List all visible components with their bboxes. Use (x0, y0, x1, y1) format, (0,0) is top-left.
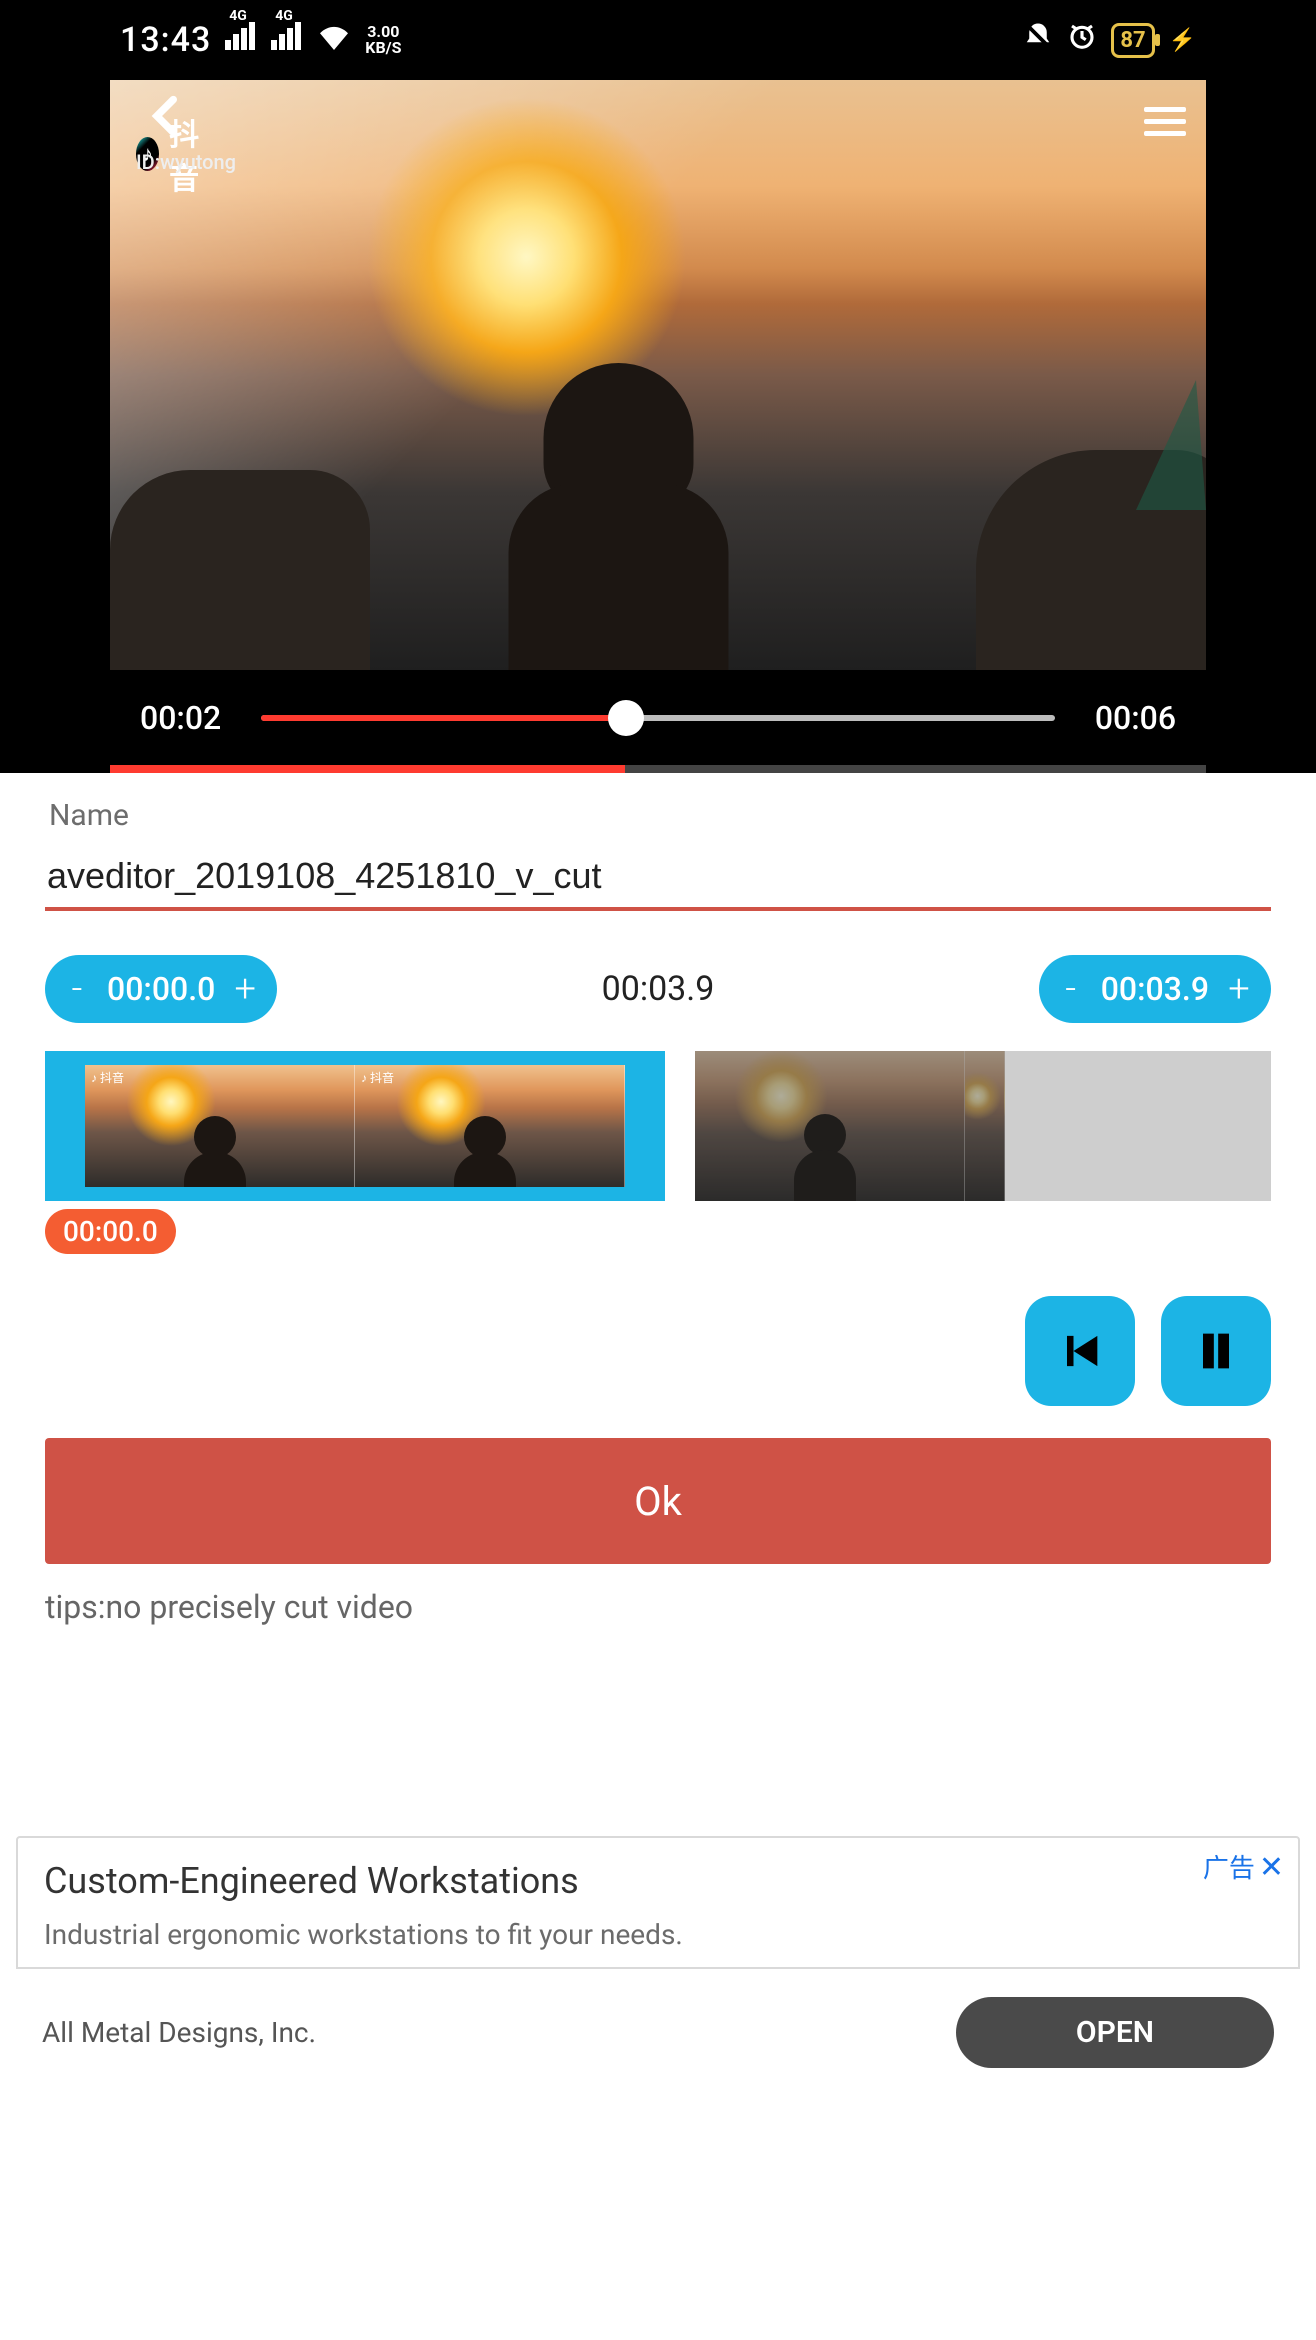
seek-slider[interactable] (261, 715, 1055, 721)
video-controls: 00:02 00:06 (110, 670, 1206, 765)
signal-2-icon: 4G (271, 22, 303, 58)
start-time-stepper: - 00:00.0 + (45, 955, 277, 1023)
timeline-scrubber[interactable]: ♪抖音 ♪抖音 (45, 1051, 1271, 1201)
start-time-value[interactable]: 00:00.0 (99, 970, 223, 1008)
tips-text: tips:no precisely cut video (45, 1588, 1271, 1626)
selection-start-handle[interactable] (45, 1051, 85, 1201)
ad-company: All Metal Designs, Inc. (42, 2016, 316, 2049)
alarm-icon (1067, 21, 1097, 59)
pause-button[interactable] (1161, 1296, 1271, 1406)
timeline-frame: ♪抖音 (355, 1065, 625, 1187)
mute-icon (1023, 21, 1053, 59)
end-time-stepper: - 00:03.9 + (1039, 955, 1271, 1023)
start-minus-button[interactable]: - (55, 967, 99, 1011)
video-frame[interactable]: ♪ 抖音 ID:wyutong (110, 80, 1206, 670)
end-time-value[interactable]: 00:03.9 (1093, 970, 1217, 1008)
menu-button[interactable] (1144, 100, 1186, 143)
name-label: Name (45, 798, 1271, 833)
wifi-icon (317, 22, 351, 58)
end-plus-button[interactable]: + (1217, 967, 1261, 1011)
status-bar: 13:43 4G 4G 3.00 KB/S (110, 0, 1206, 80)
ad-close-icon[interactable]: ✕ (1259, 1850, 1284, 1885)
selection-range[interactable]: ♪抖音 ♪抖音 (85, 1051, 625, 1201)
timeline-after[interactable] (695, 1051, 1271, 1201)
selection-end-handle[interactable] (625, 1051, 665, 1201)
network-speed: 3.00 KB/S (365, 24, 401, 56)
ad-subtitle: Industrial ergonomic workstations to fit… (44, 1918, 1272, 1951)
skip-previous-button[interactable] (1025, 1296, 1135, 1406)
start-plus-button[interactable]: + (223, 967, 267, 1011)
duration-value: 00:03.9 (602, 969, 715, 1009)
ok-button[interactable]: Ok (45, 1438, 1271, 1564)
battery-icon: 87 (1111, 23, 1154, 58)
signal-1-icon: 4G (225, 22, 257, 58)
ad-banner[interactable]: 广告✕ Custom-Engineered Workstations Indus… (16, 1836, 1300, 1969)
charging-icon: ⚡ (1169, 28, 1196, 53)
timeline-frame (695, 1051, 965, 1201)
end-minus-button[interactable]: - (1049, 967, 1093, 1011)
status-time: 13:43 (120, 20, 211, 60)
watermark-id: ID:wyutong (136, 150, 236, 174)
ad-footer: All Metal Designs, Inc. OPEN (16, 1985, 1300, 2068)
seek-thumb[interactable] (608, 700, 644, 736)
name-input[interactable] (45, 847, 1271, 911)
buffer-progress (110, 765, 1206, 773)
timeline-frame: ♪抖音 (85, 1065, 355, 1187)
current-time: 00:02 (140, 699, 221, 737)
total-time: 00:06 (1095, 699, 1176, 737)
ad-open-button[interactable]: OPEN (956, 1997, 1274, 2068)
position-badge: 00:00.0 (45, 1209, 176, 1254)
video-player[interactable]: ♪ 抖音 ID:wyutong 00:02 00:06 (110, 80, 1206, 773)
ad-title: Custom-Engineered Workstations (44, 1860, 1272, 1902)
timeline-frame (965, 1051, 1005, 1201)
ad-label: 广告 (1203, 1854, 1255, 1884)
